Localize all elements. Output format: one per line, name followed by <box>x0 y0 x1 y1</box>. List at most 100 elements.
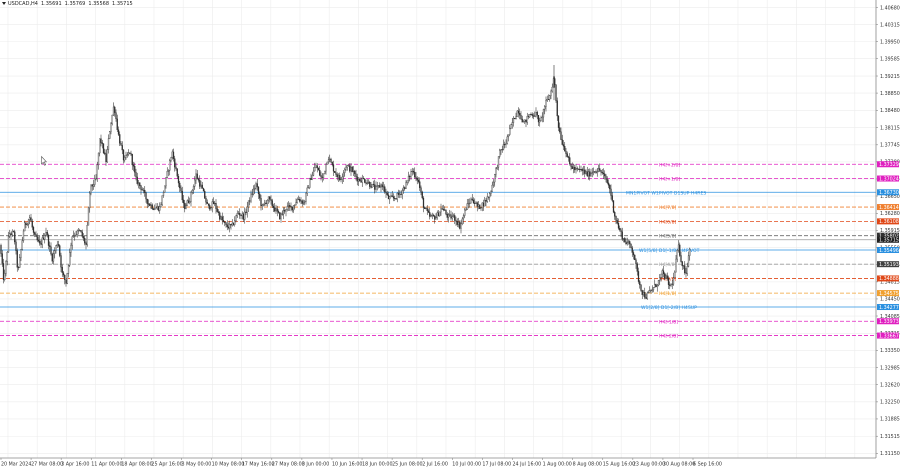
price-tick-label: 1.39950 <box>880 39 900 45</box>
candle-body <box>245 211 247 213</box>
candle-body <box>664 273 666 279</box>
candle-body <box>636 263 638 272</box>
candle-body <box>629 241 631 245</box>
candle-body <box>566 153 568 157</box>
candle-body <box>299 199 301 202</box>
candle-body <box>652 287 655 291</box>
candle-body <box>481 202 483 208</box>
candle-body <box>76 230 78 236</box>
candle-body <box>489 193 491 198</box>
candle-body <box>585 171 587 174</box>
level-label: H4[-2/8] <box>659 334 678 340</box>
candle-body <box>654 284 656 288</box>
candle-body <box>574 167 576 171</box>
candle-body <box>345 167 347 170</box>
candle-body <box>204 191 206 199</box>
candle-body <box>659 277 661 281</box>
candle-body <box>477 204 480 207</box>
candle-body <box>407 175 410 181</box>
candle-body <box>495 168 497 175</box>
candle-body <box>276 208 278 212</box>
candle-body <box>300 200 302 202</box>
candle-body <box>266 200 268 204</box>
candle-body <box>66 273 68 284</box>
candle-body <box>7 236 10 253</box>
candle-body <box>282 210 285 215</box>
candle-body <box>486 196 488 202</box>
candle-body <box>415 176 417 179</box>
candle-body <box>485 199 487 202</box>
candle-body <box>517 110 520 114</box>
candle-body <box>687 255 690 267</box>
candle-body <box>156 206 158 208</box>
candle-body <box>110 123 112 132</box>
candle-body <box>521 118 523 123</box>
candle-body <box>85 242 87 245</box>
candle-body <box>89 192 91 209</box>
candle-body <box>132 164 135 167</box>
candle-body <box>650 290 652 292</box>
candle-body <box>655 284 657 287</box>
candle-body <box>137 182 140 184</box>
candle-body <box>406 180 408 183</box>
candle-body <box>427 210 430 213</box>
candle-body <box>124 157 126 161</box>
candle-body <box>284 210 286 212</box>
candle-body <box>470 198 472 204</box>
time-tick-label: 10 Jul 00:00 <box>452 462 481 468</box>
candle-body <box>567 156 570 158</box>
level-label: H4[+2/8] <box>659 162 680 168</box>
time-tick-label: 18 Apr 08:00 <box>121 462 152 468</box>
candle-body <box>539 120 541 123</box>
time-tick-label: 17 May 16:00 <box>242 462 275 468</box>
price-box-label: 1.35496 <box>879 248 899 254</box>
candle-body <box>201 184 203 189</box>
candle-body <box>565 150 567 154</box>
candle-body <box>439 211 441 217</box>
candle-body <box>462 215 465 220</box>
candle-body <box>207 203 210 206</box>
candle-body <box>61 266 63 273</box>
candle-body <box>159 206 161 211</box>
candle-body <box>672 277 675 285</box>
price-box-label: 1.34888 <box>879 276 899 282</box>
candle-body <box>534 115 536 117</box>
candle-body <box>404 187 406 189</box>
candle-body <box>242 213 245 220</box>
candle-body <box>170 157 172 161</box>
price-box-label: 1.35193 <box>879 262 899 268</box>
candle-body <box>152 208 155 210</box>
candle-body <box>72 235 75 237</box>
candle-body <box>627 241 630 243</box>
candle-body <box>329 158 331 160</box>
candle-body <box>412 171 415 173</box>
candle-body <box>480 207 482 209</box>
candle-body <box>44 235 46 240</box>
price-chart[interactable]: H4[+2/8] H4[+1/8] MN1PIVOT W1PIVOT D1SUP H… <box>0 0 900 468</box>
candle-body <box>52 253 55 262</box>
dropdown-triangle-icon[interactable] <box>2 2 6 5</box>
candle-body <box>216 208 218 212</box>
candle-body <box>251 193 253 195</box>
candle-body <box>500 149 502 151</box>
candle-body <box>90 184 92 194</box>
candle-body <box>292 205 295 211</box>
candle-body <box>335 172 337 175</box>
candle-body <box>434 215 436 220</box>
candle-body <box>511 122 513 125</box>
candle-body <box>81 231 83 237</box>
candle-body <box>649 290 651 293</box>
candle-body <box>320 175 322 178</box>
candle-body <box>271 200 273 207</box>
candle-body <box>494 174 496 183</box>
candle-body <box>59 245 61 256</box>
candle-body <box>600 170 602 173</box>
candle-body <box>376 185 378 187</box>
candle-body <box>657 280 660 286</box>
candle-body <box>331 162 333 166</box>
candle-body <box>287 205 290 207</box>
candle-body <box>200 184 202 187</box>
candle-body <box>181 190 183 201</box>
candle-body <box>532 115 535 117</box>
candle-body <box>666 275 668 279</box>
